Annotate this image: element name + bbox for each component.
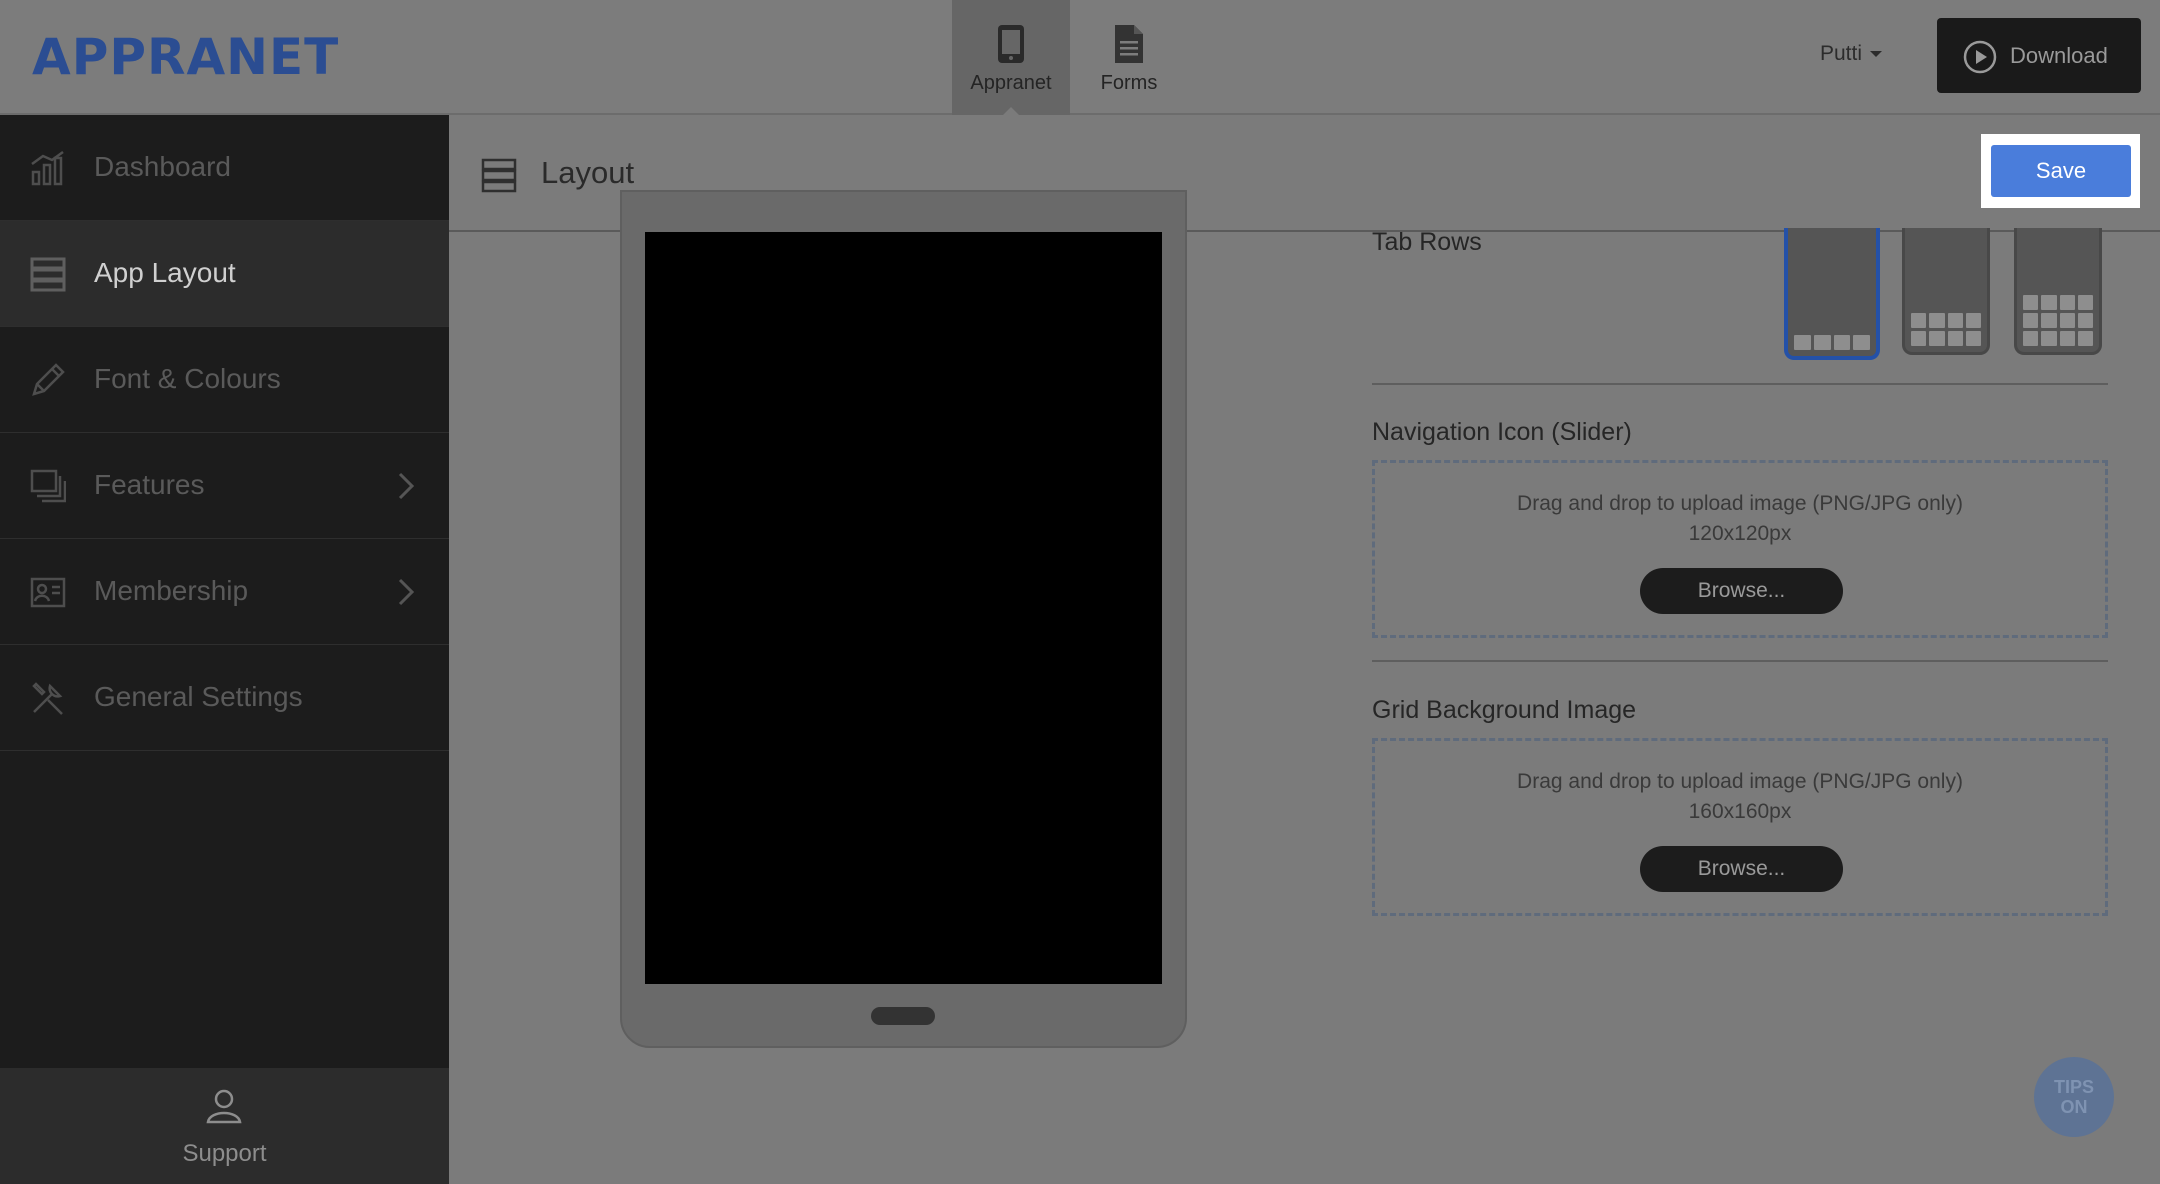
download-label: Download bbox=[2010, 43, 2108, 68]
caret-down-icon bbox=[1870, 51, 1883, 58]
layout-icon bbox=[481, 157, 517, 198]
play-circle-icon bbox=[1963, 40, 1997, 80]
tab-rows-option-3[interactable] bbox=[2014, 228, 2102, 355]
sidebar-item-app-layout[interactable]: App Layout bbox=[0, 221, 449, 327]
dropzone-size: 120x120px bbox=[1688, 522, 1792, 545]
sidebar-item-font-colours[interactable]: Font & Colours bbox=[0, 327, 449, 433]
top-navbar: APPRANET Appranet Forms Putti Download bbox=[0, 0, 2160, 116]
sidebar-item-general-settings[interactable]: General Settings bbox=[0, 645, 449, 751]
app-logo[interactable]: APPRANET bbox=[32, 28, 339, 86]
navigation-icon-dropzone[interactable]: Drag and drop to upload image (PNG/JPG o… bbox=[1372, 460, 2108, 638]
dropzone-hint: Drag and drop to upload image (PNG/JPG o… bbox=[1517, 492, 1963, 515]
chevron-right-icon bbox=[396, 577, 416, 614]
sidebar-item-label: App Layout bbox=[94, 257, 236, 288]
tab-appranet[interactable]: Appranet bbox=[952, 0, 1070, 116]
features-icon bbox=[30, 468, 67, 511]
tab-rows-option-2[interactable] bbox=[1902, 228, 1990, 355]
dropzone-size: 160x160px bbox=[1688, 800, 1792, 823]
sidebar-item-features[interactable]: Features bbox=[0, 433, 449, 539]
divider bbox=[1372, 660, 2108, 662]
phone-preview-screen bbox=[645, 232, 1162, 984]
tab-forms-label: Forms bbox=[1100, 72, 1158, 94]
phone-icon bbox=[995, 24, 1027, 70]
pencil-icon bbox=[30, 362, 66, 405]
tips-label-line2: ON bbox=[2060, 1097, 2088, 1117]
tab-rows-option-1[interactable] bbox=[1784, 228, 1880, 360]
chart-icon bbox=[30, 150, 66, 193]
sidebar-item-label: General Settings bbox=[94, 681, 303, 712]
browse-button[interactable]: Browse... bbox=[1640, 846, 1843, 892]
navigation-icon-label: Navigation Icon (Slider) bbox=[1372, 418, 1632, 446]
user-menu[interactable]: Putti bbox=[1820, 42, 1883, 66]
support-label: Support bbox=[182, 1140, 267, 1167]
sidebar-item-label: Features bbox=[94, 469, 205, 500]
dropzone-hint: Drag and drop to upload image (PNG/JPG o… bbox=[1517, 770, 1963, 793]
sidebar-item-label: Membership bbox=[94, 575, 249, 606]
document-icon bbox=[1113, 24, 1145, 70]
tools-icon bbox=[30, 680, 66, 723]
tab-rows-label: Tab Rows bbox=[1372, 228, 1482, 256]
support-button[interactable]: Support bbox=[0, 1068, 449, 1184]
browse-button[interactable]: Browse... bbox=[1640, 568, 1843, 614]
divider bbox=[1372, 383, 2108, 385]
dropzone-text: Drag and drop to upload image (PNG/JPG o… bbox=[1375, 489, 2105, 549]
grid-background-dropzone[interactable]: Drag and drop to upload image (PNG/JPG o… bbox=[1372, 738, 2108, 916]
chevron-right-icon bbox=[396, 471, 416, 508]
tips-toggle-button[interactable]: TIPS ON bbox=[2034, 1057, 2114, 1137]
layout-icon bbox=[30, 256, 66, 299]
user-icon bbox=[204, 1086, 244, 1133]
sidebar-item-membership[interactable]: Membership bbox=[0, 539, 449, 645]
id-card-icon bbox=[30, 574, 66, 617]
sidebar-item-dashboard[interactable]: Dashboard bbox=[0, 115, 449, 221]
download-button[interactable]: Download bbox=[1937, 18, 2141, 93]
grid-background-label: Grid Background Image bbox=[1372, 696, 1637, 724]
user-name: Putti bbox=[1820, 42, 1863, 65]
tab-rows-preview bbox=[2023, 295, 2093, 346]
sidebar-item-label: Dashboard bbox=[94, 151, 231, 182]
tab-appranet-label: Appranet bbox=[970, 72, 1052, 94]
tab-rows-preview bbox=[1794, 335, 1870, 350]
sidebar-item-label: Font & Colours bbox=[94, 363, 281, 394]
page-title: Layout bbox=[541, 155, 635, 190]
save-button[interactable]: Save bbox=[1991, 145, 2131, 197]
phone-home-button bbox=[871, 1007, 935, 1025]
tab-rows-preview bbox=[1911, 313, 1981, 346]
tab-forms[interactable]: Forms bbox=[1070, 0, 1188, 115]
dropzone-text: Drag and drop to upload image (PNG/JPG o… bbox=[1375, 767, 2105, 827]
tips-label-line1: TIPS bbox=[2053, 1077, 2094, 1097]
sidebar: Dashboard App Layout Font & Colours Feat… bbox=[0, 115, 449, 1184]
